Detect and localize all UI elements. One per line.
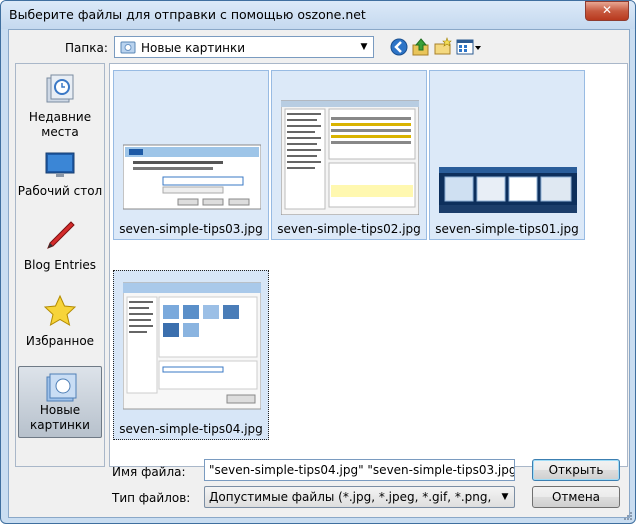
file-list[interactable]: seven-simple-tips03.jpg seven-simple-tip…: [109, 63, 628, 467]
filename-input[interactable]: "seven-simple-tips04.jpg" "seven-simple-…: [204, 459, 515, 481]
back-icon[interactable]: [389, 37, 409, 57]
pen-icon: [47, 221, 75, 249]
place-favorites[interactable]: Избранное: [16, 290, 104, 360]
image-thumbnail: [123, 144, 261, 210]
place-label: Рабочий стол: [17, 184, 103, 198]
place-label: Избранное: [25, 334, 95, 348]
place-new-pictures[interactable]: Новые картинки: [18, 366, 102, 438]
close-button[interactable]: ✕: [585, 1, 629, 21]
place-label: Новые картинки: [30, 403, 90, 432]
lookin-dropdown[interactable]: Новые картинки ▼: [114, 36, 374, 58]
place-label: Blog Entries: [23, 258, 97, 272]
open-button[interactable]: Открыть: [532, 459, 620, 481]
file-tile[interactable]: seven-simple-tips02.jpg: [271, 70, 427, 240]
chevron-down-icon: ▼: [360, 42, 368, 52]
up-folder-icon[interactable]: [411, 37, 431, 57]
file-name: seven-simple-tips03.jpg: [119, 222, 263, 236]
image-thumbnail: [439, 167, 577, 213]
file-name: seven-simple-tips04.jpg: [119, 422, 263, 436]
open-file-dialog: Выберите файлы для отправки с помощью os…: [0, 0, 636, 524]
star-icon: [43, 294, 77, 327]
desktop-icon: [45, 152, 75, 177]
pictures-icon: [46, 373, 77, 402]
cancel-button[interactable]: Отмена: [532, 486, 620, 508]
filetype-value: Допустимые файлы (*.jpg, *.jpeg, *.gif, …: [209, 490, 494, 504]
image-thumbnail: [123, 282, 261, 410]
pictures-folder-icon: [120, 41, 136, 54]
resize-grip-icon[interactable]: [623, 511, 633, 521]
place-blog-entries[interactable]: Blog Entries: [16, 214, 104, 284]
place-desktop[interactable]: Рабочий стол: [16, 144, 104, 214]
file-tile[interactable]: seven-simple-tips03.jpg: [113, 70, 269, 240]
window-title: Выберите файлы для отправки с помощью os…: [9, 7, 366, 22]
views-menu-icon[interactable]: [455, 37, 483, 57]
place-recent[interactable]: Недавние места: [16, 68, 104, 139]
recent-places-icon: [46, 74, 74, 103]
lookin-label: Папка:: [65, 41, 108, 55]
title-bar[interactable]: Выберите файлы для отправки с помощью os…: [1, 1, 635, 29]
file-tile[interactable]: seven-simple-tips04.jpg: [113, 270, 269, 440]
filetype-label: Тип файлов:: [112, 491, 191, 505]
file-name: seven-simple-tips01.jpg: [435, 222, 579, 236]
filetype-dropdown[interactable]: Допустимые файлы (*.jpg, *.jpeg, *.gif, …: [204, 486, 515, 508]
filename-label: Имя файла:: [112, 465, 186, 479]
new-folder-icon[interactable]: [433, 37, 453, 57]
file-tile[interactable]: seven-simple-tips01.jpg: [429, 70, 585, 240]
image-thumbnail: [281, 100, 419, 215]
chevron-down-icon: ▼: [501, 492, 509, 502]
lookin-value: Новые картинки: [141, 41, 246, 55]
file-name: seven-simple-tips02.jpg: [277, 222, 421, 236]
place-label: Недавние места: [28, 110, 92, 139]
places-bar: Недавние места Рабочий стол Blog Entries…: [15, 63, 105, 467]
